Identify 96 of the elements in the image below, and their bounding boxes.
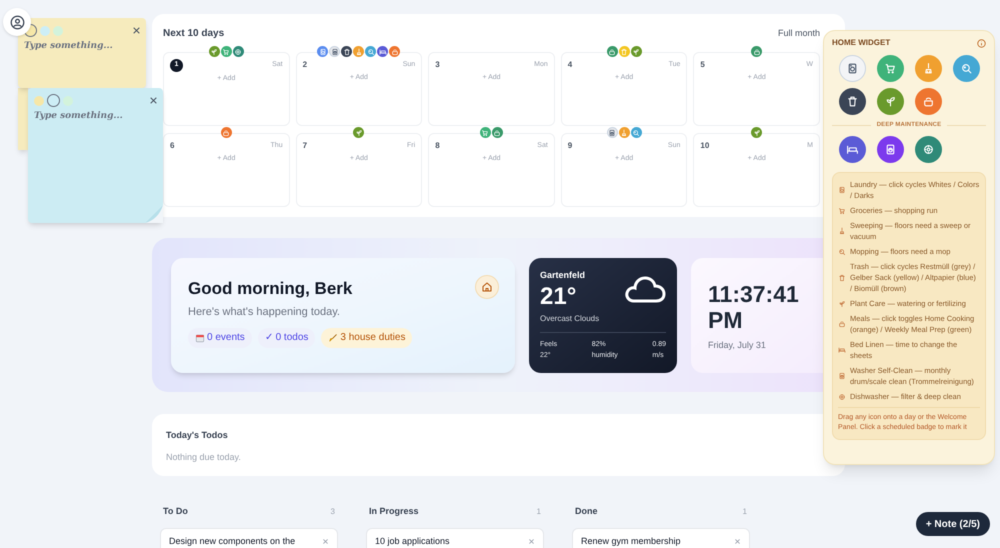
trash-icon — [342, 48, 351, 56]
sticky-note[interactable]: Type something... — [18, 18, 146, 88]
duty-tool-button[interactable] — [838, 88, 866, 115]
todos-title: Today's Todos — [166, 429, 229, 442]
task-title: Renew gym membership — [581, 534, 681, 548]
sticky-note[interactable]: Type something... — [28, 88, 163, 223]
profile-button[interactable] — [3, 8, 31, 36]
note-field[interactable]: Type something... — [24, 40, 140, 88]
washing-machine-icon — [608, 128, 616, 136]
broom-icon — [354, 48, 363, 56]
day-number: 6 — [170, 140, 174, 152]
column-title: In Progress — [369, 505, 419, 518]
full-month-link[interactable]: Full month — [778, 26, 820, 40]
column-count: 1 — [536, 506, 541, 518]
duty-tool-button[interactable] — [838, 55, 866, 82]
cart-icon — [884, 62, 896, 75]
task-card[interactable]: Renew gym membership — [572, 528, 750, 548]
plant-icon — [884, 95, 896, 108]
column-count: 1 — [742, 506, 747, 518]
trash-icon — [838, 274, 846, 282]
color-swatch[interactable] — [47, 94, 60, 107]
task-card[interactable]: Design new components on the — [160, 528, 338, 548]
broom-icon — [620, 128, 628, 136]
info-icon[interactable] — [977, 38, 986, 48]
user-icon — [10, 14, 24, 30]
clock-time: 11:37:41 PM — [708, 280, 800, 332]
column-title: To Do — [163, 505, 188, 518]
task-title: 10 job applications — [375, 534, 450, 548]
washing-machine-icon — [838, 186, 846, 194]
duty-badge[interactable] — [232, 46, 244, 57]
task-title: Design new components on the — [169, 534, 296, 548]
column-count: 3 — [330, 506, 335, 518]
washing-machine-icon — [846, 62, 858, 75]
page-curl-icon — [145, 205, 163, 223]
cart-icon — [481, 128, 490, 136]
gear-icon — [234, 48, 242, 56]
washing-machine-icon — [330, 48, 339, 56]
empty-message: Nothing due today. — [166, 450, 242, 464]
summary-chip[interactable]: 3 house duties — [321, 328, 412, 348]
day-number: 9 — [568, 140, 572, 152]
broom-icon — [838, 227, 846, 235]
trash-icon — [620, 48, 628, 56]
duty-tool-button[interactable] — [914, 136, 942, 163]
add-note-button[interactable]: + Note (2/5) — [916, 512, 990, 536]
duty-tool-button[interactable] — [876, 136, 904, 163]
day-number: 5 — [700, 59, 705, 71]
day-number: 7 — [302, 140, 308, 152]
column-title: Done — [575, 505, 598, 518]
day-number: 4 — [568, 59, 572, 71]
widget-title: HOME WIDGET — [832, 37, 890, 49]
bed-icon — [846, 143, 858, 156]
summary-chip[interactable]: ✓ 0 todos — [258, 328, 316, 348]
close-icon[interactable] — [133, 27, 140, 34]
calendar-title: Next 10 days — [163, 27, 224, 41]
day-number: 3 — [435, 59, 440, 71]
subtitle: Here's what's happening today. — [188, 305, 341, 320]
plant-icon — [752, 128, 761, 136]
plant-icon — [838, 300, 846, 308]
trash-icon — [846, 95, 858, 108]
color-swatch[interactable] — [53, 26, 63, 36]
washing-machine-icon — [318, 48, 327, 56]
broom-icon — [328, 332, 338, 342]
plant-icon — [210, 48, 218, 56]
duty-badge[interactable] — [341, 46, 352, 57]
close-icon[interactable] — [150, 97, 157, 104]
day-number: 8 — [435, 140, 440, 152]
city-name: Gartenfeld — [540, 268, 586, 282]
day-number: 2 — [302, 59, 308, 71]
note-field[interactable]: Type something... — [34, 110, 157, 223]
task-card[interactable]: 10 job applications — [366, 528, 544, 548]
color-swatch[interactable] — [34, 96, 44, 106]
duty-badge[interactable] — [329, 46, 340, 57]
clock-date: Friday, July 31 — [708, 338, 767, 352]
duty-badge[interactable] — [606, 127, 618, 138]
home-button[interactable] — [475, 274, 499, 298]
sticky-note-edge — [18, 88, 28, 150]
calendar-icon — [195, 332, 205, 342]
cart-icon — [838, 206, 846, 214]
color-swatch[interactable] — [40, 26, 50, 36]
bed-icon — [378, 48, 387, 56]
washing-machine-icon — [838, 372, 846, 380]
gear-icon — [838, 392, 846, 400]
duty-tool-button[interactable] — [838, 136, 866, 163]
bed-icon — [838, 346, 846, 354]
weather-condition: Overcast Clouds — [540, 313, 600, 325]
gear-icon — [922, 143, 934, 156]
washing-machine-icon — [884, 143, 896, 156]
duty-badge[interactable] — [377, 46, 388, 57]
cart-icon — [222, 48, 230, 56]
summary-chip[interactable]: 0 events — [188, 328, 252, 348]
plant-icon — [632, 48, 640, 56]
plant-icon — [354, 128, 363, 136]
home-icon — [481, 280, 493, 292]
greeting: Good morning, Berk — [188, 278, 352, 300]
temperature: 21° — [540, 283, 576, 311]
day-number: 10 — [700, 140, 710, 152]
